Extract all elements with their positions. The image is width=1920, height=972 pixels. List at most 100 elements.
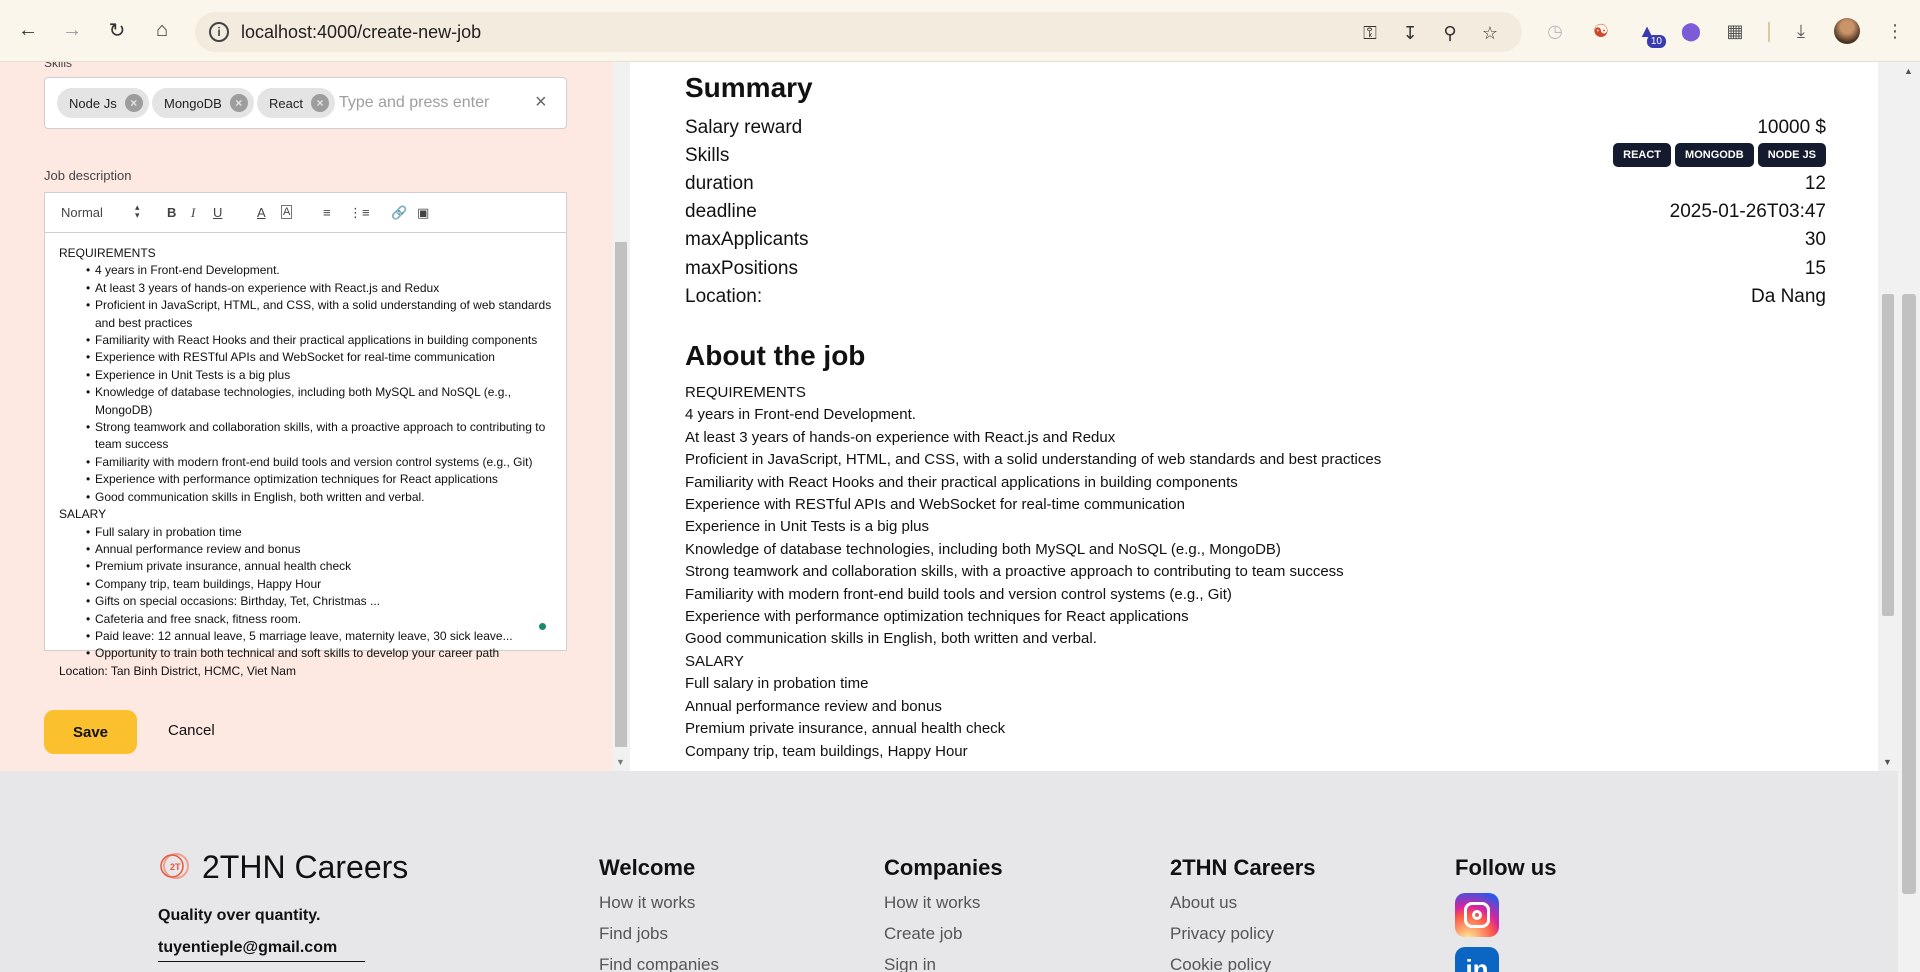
list-item: Proficient in JavaScript, HTML, and CSS,… (59, 297, 559, 332)
about-line: Annual performance review and bonus (685, 697, 942, 715)
save-button[interactable]: Save (44, 710, 137, 754)
skill-tag: NODE JS (1757, 143, 1826, 167)
footer-link[interactable]: How it works (884, 893, 1003, 913)
summary-key: Salary reward (685, 117, 803, 138)
format-select[interactable]: Normal (61, 203, 141, 220)
list-item: Premium private insurance, annual health… (59, 558, 559, 576)
footer-link[interactable]: Privacy policy (1170, 924, 1316, 944)
install-app-icon[interactable]: ↧ (1397, 20, 1423, 46)
reload-icon[interactable]: ↻ (101, 14, 133, 46)
about-line: Knowledge of database technologies, incl… (685, 540, 1281, 558)
scroll-up-arrow-icon[interactable]: ▲ (1904, 66, 1913, 76)
linkedin-icon[interactable]: in (1455, 947, 1499, 972)
summary-row: maxPositions 15 (685, 258, 1826, 286)
footer-column-title: 2THN Careers (1170, 855, 1316, 880)
about-line: Company trip, team buildings, Happy Hour (685, 742, 968, 760)
extension-graduation-icon[interactable]: ▲ 10 (1632, 16, 1666, 48)
extension-timer-icon[interactable]: ◷ (1540, 16, 1570, 46)
italic-icon[interactable]: I (191, 205, 195, 221)
browser-toolbar: ← → ↻ ⌂ i localhost:4000/create-new-job … (0, 0, 1920, 62)
skill-tag: MONGODB (1675, 143, 1754, 167)
about-line: Experience with RESTful APIs and WebSock… (685, 496, 1185, 514)
forward-icon[interactable]: → (56, 14, 88, 46)
back-icon[interactable]: ← (12, 14, 44, 46)
footer-column-welcome: Welcome How it works Find jobs Find comp… (599, 855, 719, 972)
skills-input-box[interactable]: Node Js × MongoDB × React × Type and pre… (44, 77, 567, 129)
summary-value: 10000 $ (1757, 117, 1826, 138)
editor-content[interactable]: REQUIREMENTS 4 years in Front-end Develo… (59, 245, 559, 680)
underline-icon[interactable]: U (213, 205, 222, 220)
form-scrollbar-thumb[interactable] (615, 242, 627, 747)
bullet-list-icon[interactable]: ⋮≡ (349, 205, 370, 221)
footer-column-title: Follow us (1455, 855, 1557, 880)
editor-toolbar: Normal B I U A A ≡ ⋮≡ 🔗 ▣ (45, 193, 566, 233)
rich-text-editor[interactable]: Normal B I U A A ≡ ⋮≡ 🔗 ▣ REQUIREMENTS 4… (44, 192, 567, 678)
zoom-icon[interactable]: ⚲ (1437, 20, 1463, 46)
skill-chip-label: React (269, 95, 303, 111)
list-item: Company trip, team buildings, Happy Hour (59, 576, 559, 594)
footer-column-title: Companies (884, 855, 1003, 880)
page-viewport: Skills Node Js × MongoDB × React × Type … (0, 62, 1898, 972)
background-color-icon[interactable]: A (281, 205, 293, 219)
brand-name[interactable]: 2THN Careers (202, 849, 408, 886)
browser-menu-icon[interactable]: ⋮ (1880, 16, 1910, 46)
password-key-icon[interactable]: ⚿ (1357, 20, 1383, 46)
bookmark-star-icon[interactable]: ☆ (1477, 20, 1503, 46)
image-icon[interactable]: ▣ (417, 205, 429, 221)
about-line: Good communication skills in English, bo… (685, 630, 1097, 648)
cancel-button[interactable]: Cancel (168, 722, 215, 739)
instagram-icon[interactable] (1455, 893, 1499, 937)
remove-chip-icon[interactable]: × (229, 94, 248, 112)
contact-email[interactable]: tuyentieple@gmail.com (158, 939, 365, 962)
page-scrollbar-thumb[interactable] (1902, 294, 1916, 894)
footer-column-title: Welcome (599, 855, 696, 880)
footer-link[interactable]: Find companies (599, 955, 719, 972)
downloads-icon[interactable]: ⤓ (1786, 16, 1816, 46)
brand-logo-icon: 2T (160, 853, 189, 879)
list-item: Gifts on special occasions: Birthday, Te… (59, 593, 559, 611)
preview-scrollbar[interactable]: ▼ (1878, 62, 1898, 771)
scroll-down-arrow-icon[interactable]: ▼ (1883, 757, 1892, 767)
editor-heading: REQUIREMENTS (59, 246, 156, 260)
skills-text-input[interactable]: Type and press enter (339, 94, 489, 112)
grammar-status-icon[interactable] (539, 623, 546, 630)
profile-avatar[interactable] (1834, 18, 1860, 44)
footer-link[interactable]: Create job (884, 924, 1003, 944)
page-scrollbar[interactable]: ▲ (1898, 62, 1920, 972)
bold-icon[interactable]: B (167, 205, 176, 220)
form-scrollbar[interactable]: ▼ (612, 62, 630, 771)
brand-logo-text: 2T (170, 862, 181, 872)
preview-scrollbar-thumb[interactable] (1882, 294, 1894, 616)
footer-link[interactable]: About us (1170, 893, 1316, 913)
footer-link[interactable]: How it works (599, 893, 719, 913)
footer-link[interactable]: Find jobs (599, 924, 719, 944)
about-line: Familiarity with modern front-end build … (685, 585, 1232, 603)
text-color-icon[interactable]: A (257, 205, 266, 220)
site-info-icon[interactable]: i (209, 22, 229, 42)
extension-org-icon[interactable]: ☯ (1586, 16, 1616, 46)
address-url[interactable]: localhost:4000/create-new-job (241, 22, 481, 43)
list-item: Cafeteria and free snack, fitness room. (59, 611, 559, 629)
editor-location-line: Location: Tan Binh District, HCMC, Viet … (59, 663, 296, 678)
list-item: Experience in Unit Tests is a big plus (59, 367, 559, 385)
footer-link[interactable]: Sign in (884, 955, 1003, 972)
extension-purple-icon[interactable]: ⬤ (1676, 16, 1706, 46)
list-item: Strong teamwork and collaboration skills… (59, 419, 559, 454)
remove-chip-icon[interactable]: × (310, 94, 329, 112)
ordered-list-icon[interactable]: ≡ (323, 205, 331, 220)
about-job-body: REQUIREMENTS 4 years in Front-end Develo… (685, 382, 1381, 763)
job-description-label: Job description (44, 168, 132, 183)
about-line: Proficient in JavaScript, HTML, and CSS,… (685, 451, 1382, 469)
list-item: At least 3 years of hands-on experience … (59, 280, 559, 298)
remove-chip-icon[interactable]: × (124, 94, 143, 112)
home-icon[interactable]: ⌂ (146, 14, 178, 46)
footer-column-follow: Follow us in (1455, 855, 1556, 972)
clear-skills-icon[interactable]: × (535, 91, 547, 114)
list-item: 4 years in Front-end Development. (59, 262, 559, 280)
address-bar[interactable]: i localhost:4000/create-new-job ⚿ ↧ ⚲ ☆ (195, 12, 1522, 52)
link-icon[interactable]: 🔗 (391, 205, 407, 221)
extensions-puzzle-icon[interactable]: ▦ (1720, 16, 1750, 46)
scroll-down-arrow-icon[interactable]: ▼ (616, 757, 625, 767)
footer-link[interactable]: Cookie policy (1170, 955, 1316, 972)
summary-value: 12 (1804, 173, 1826, 194)
